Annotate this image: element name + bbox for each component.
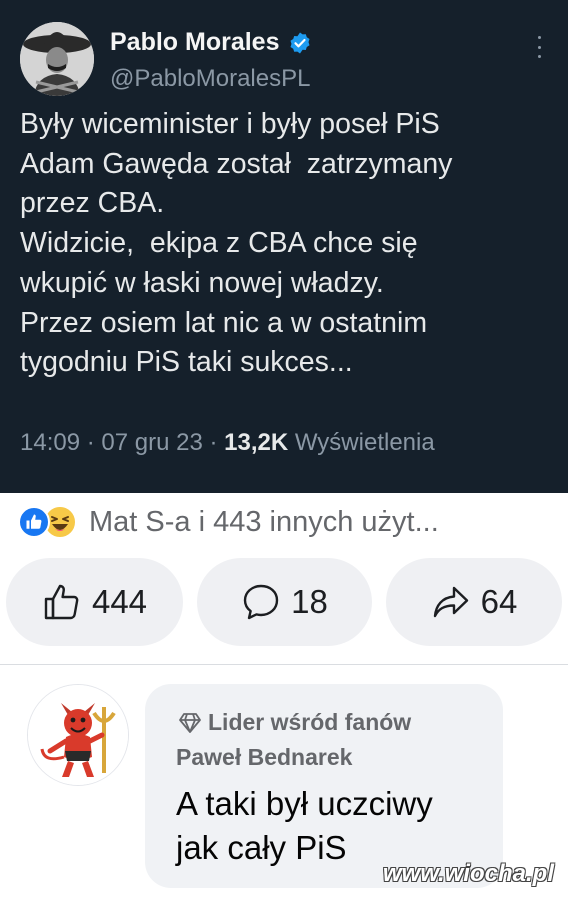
comment-bubble: Lider wśród fanów Paweł Bednarek A taki …	[145, 684, 503, 888]
author-avatar[interactable]	[20, 22, 94, 96]
author-name-text[interactable]: Pablo Morales	[110, 28, 280, 57]
meta-separator: ·	[80, 429, 102, 456]
commenter-name[interactable]: Paweł Bednarek	[176, 744, 352, 771]
author-name[interactable]: Pablo Morales	[110, 28, 312, 57]
comment-count: 18	[291, 583, 328, 620]
tweet-text: Były wiceminister i były poseł PiS Adam …	[20, 105, 560, 383]
author-handle[interactable]: @PabloMoralesPL	[110, 65, 312, 93]
tweet-date[interactable]: 07 gru 23	[101, 429, 202, 456]
more-vertical-icon[interactable]	[536, 36, 542, 58]
commenter-avatar[interactable]	[27, 684, 129, 786]
tweet-author: Pablo Morales @PabloMoralesPL	[110, 28, 312, 93]
comment-button[interactable]: 18	[197, 558, 372, 646]
like-button[interactable]: 444	[6, 558, 183, 646]
reactions-summary-text[interactable]: Mat S-a i 443 innych użyt...	[89, 506, 439, 539]
section-divider	[0, 664, 568, 665]
tweet-text-line: Przez osiem lat nic a w ostatnim	[20, 306, 428, 339]
views-count: 13,2K	[224, 429, 289, 456]
share-count: 64	[480, 583, 518, 620]
tweet-text-line: wkupić w łaski nowej władzy.	[20, 266, 384, 299]
tweet-text-line: Widzicie, ekipa z CBA chce się	[20, 227, 418, 260]
comment-text-line: A taki był uczciwy	[176, 785, 433, 822]
share-arrow-icon	[433, 586, 468, 618]
top-fan-badge: Lider wśród fanów	[178, 709, 411, 736]
tweet-meta: 14:09 · 07 gru 23 · 13,2K Wyświetlenia	[20, 429, 435, 457]
tweet-text-line: tygodniu PiS taki sukces...	[20, 346, 353, 379]
share-button[interactable]: 64	[386, 558, 562, 646]
comment-text: A taki był uczciwy jak cały PiS	[176, 782, 433, 870]
views-label: Wyświetlenia	[294, 429, 435, 456]
tweet-text-line: Były wiceminister i były poseł PiS	[20, 108, 440, 140]
comment-bubble-icon	[243, 584, 279, 620]
site-watermark: www.wiocha.pl	[382, 860, 554, 887]
thumbs-up-icon	[44, 584, 79, 620]
tweet-time[interactable]: 14:09	[20, 429, 80, 456]
tweet-card: Pablo Morales @PabloMoralesPL Były wicem…	[0, 0, 568, 493]
tweet-text-line: Adam Gawęda został zatrzymany	[20, 147, 453, 180]
verified-badge-icon	[290, 32, 309, 53]
like-reaction-icon	[18, 506, 50, 538]
meta-separator: ·	[202, 429, 225, 456]
tweet-text-line: przez CBA.	[20, 187, 165, 220]
like-count: 444	[91, 583, 148, 620]
top-fan-label: Lider wśród fanów	[208, 709, 412, 735]
diamond-icon	[179, 712, 201, 733]
reactions-summary[interactable]: Mat S-a i 443 innych użyt...	[18, 505, 439, 539]
